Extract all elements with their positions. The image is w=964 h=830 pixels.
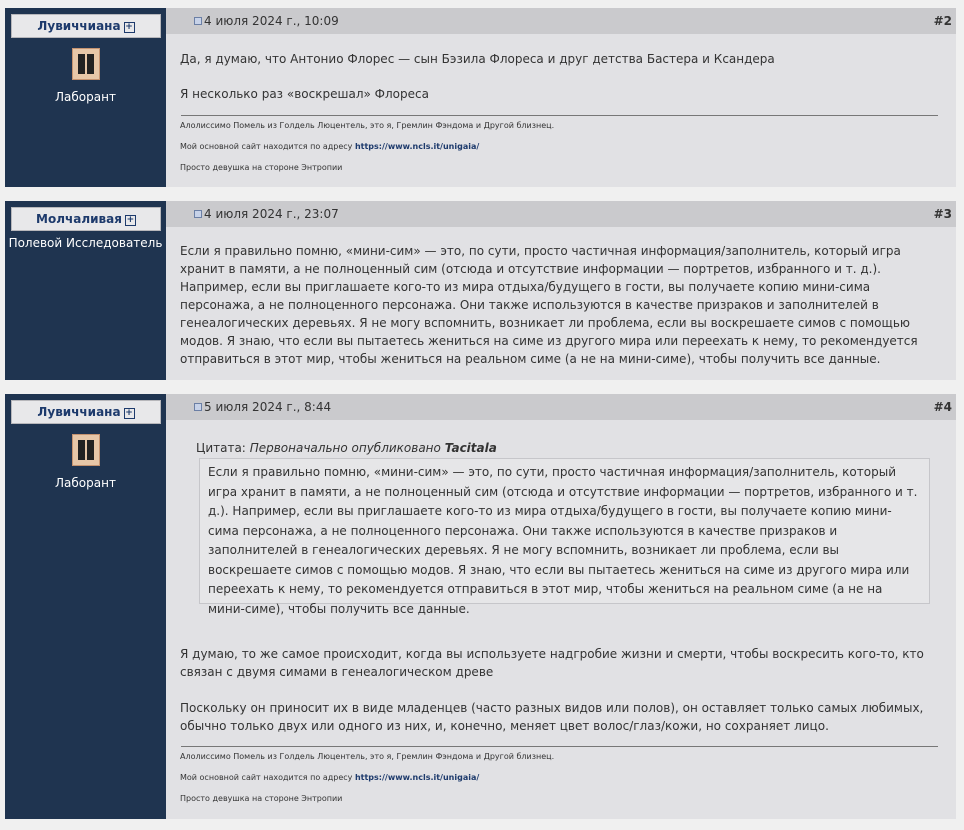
post-number-link[interactable]: #2 <box>934 14 952 28</box>
signature-divider <box>181 746 938 747</box>
paragraph: Я несколько раз «воскрешал» Флореса <box>180 87 429 101</box>
plus-icon[interactable]: + <box>124 215 136 226</box>
signature-line: Мой основной сайт находится по адресу ht… <box>180 773 480 782</box>
quote-author: Tacitala <box>444 441 497 455</box>
paragraph: Я думаю, то же самое происходит, когда в… <box>180 647 924 679</box>
paragraph: Да, я думаю, что Антонио Флорес — сын Бэ… <box>180 52 775 66</box>
paragraph: Если я правильно помню, «мини-сим» — это… <box>180 244 918 366</box>
user-title: Лаборант <box>55 476 116 490</box>
plus-icon[interactable]: + <box>123 22 135 33</box>
post-icon <box>194 17 202 25</box>
post-icon <box>194 210 202 218</box>
post-text: Я думаю, то же самое происходит, когда в… <box>180 645 942 735</box>
post-header: 5 июля 2024 г., 8:44 #4 <box>166 394 956 420</box>
signature-line: Просто девушка на стороне Энтропии <box>180 163 343 172</box>
post-date: 4 июля 2024 г., 23:07 <box>204 207 339 221</box>
post-number-link[interactable]: #3 <box>934 207 952 221</box>
signature-link[interactable]: https://www.ncls.it/unigaia/ <box>355 773 479 782</box>
user-sidebar: Лувиччиана + Лаборант <box>5 394 166 819</box>
quote-title: Цитата: Первоначально опубликовано Tacit… <box>196 441 497 455</box>
post-text: Да, я думаю, что Антонио Флорес — сын Бэ… <box>180 50 942 103</box>
post-header: 4 июля 2024 г., 10:09 #2 <box>166 8 956 34</box>
post-header: 4 июля 2024 г., 23:07 #3 <box>166 201 956 227</box>
post: Молчаливая + Полевой Исследователь 4 июля… <box>5 201 956 380</box>
signature-line: Алолиссимо Помель из Голдель Люцентель, … <box>180 121 555 130</box>
paragraph: Поскольку он приносит их в виде младенце… <box>180 701 924 733</box>
signature-line: Алолиссимо Помель из Голдель Люцентель, … <box>180 752 555 761</box>
quote-box: Если я правильно помню, «мини-сим» — это… <box>199 458 930 616</box>
signature-link[interactable]: https://www.ncls.it/unigaia/ <box>355 142 479 151</box>
user-title: Полевой Исследователь <box>8 236 163 250</box>
post: Лувиччиана + Лаборант 5 июля 2024 г., 8:4… <box>5 394 956 819</box>
post-text: Если я правильно помню, «мини-сим» — это… <box>180 242 942 368</box>
avatar[interactable] <box>72 48 100 80</box>
post-icon <box>194 403 202 411</box>
post-date: 5 июля 2024 г., 8:44 <box>204 400 332 414</box>
post: Лувиччиана + Лаборант 4 июля 2024 г., 10:… <box>5 8 956 187</box>
signature-divider <box>181 115 938 116</box>
signature-line: Мой основной сайт находится по адресу ht… <box>180 142 480 151</box>
user-sidebar: Молчаливая + Полевой Исследователь <box>5 201 166 380</box>
username-button[interactable]: Лувиччиана + <box>11 14 161 38</box>
plus-icon[interactable]: + <box>123 408 135 419</box>
username-button[interactable]: Молчаливая + <box>11 207 161 231</box>
post-number-link[interactable]: #4 <box>934 400 952 414</box>
username-button[interactable]: Лувиччиана + <box>11 400 161 424</box>
user-sidebar: Лувиччиана + Лаборант <box>5 8 166 187</box>
quote-text: Если я правильно помню, «мини-сим» — это… <box>208 465 918 616</box>
avatar[interactable] <box>72 434 100 466</box>
signature-line: Просто девушка на стороне Энтропии <box>180 794 343 803</box>
post-date: 4 июля 2024 г., 10:09 <box>204 14 339 28</box>
user-title: Лаборант <box>55 90 116 104</box>
